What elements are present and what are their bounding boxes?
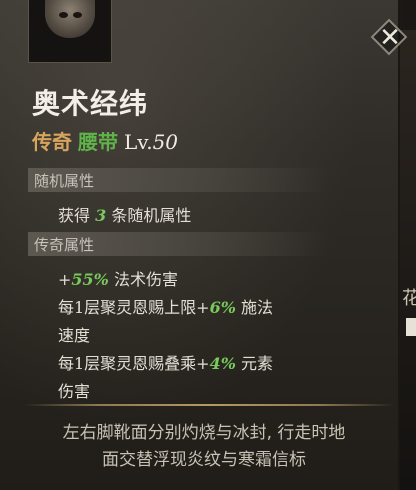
item-type: 腰带: [78, 130, 118, 154]
line-suffix: 元素: [235, 354, 274, 373]
line-suffix: 法术伤害: [108, 270, 178, 289]
skull-eye: [73, 12, 82, 18]
skull-eye: [59, 12, 68, 18]
item-level: 50: [152, 130, 179, 154]
legendary-attribute-line: 速度: [58, 322, 90, 346]
line-prefix: 获得: [58, 206, 96, 225]
close-button[interactable]: ✕: [370, 18, 408, 56]
flavor-line: 面交替浮现炎纹与寒霜信标: [102, 450, 306, 470]
line-prefix: 每1层聚灵恩赐上限+: [58, 298, 210, 317]
close-icon: ✕: [379, 23, 401, 53]
line-value: 6%: [209, 298, 236, 317]
random-attributes-header: 随机属性: [34, 172, 95, 190]
item-tooltip: ✕ 奥术经纬 传奇 腰带 Lv.50 随机属性 获得 3 条随机属性 传奇属性 +5…: [0, 0, 408, 490]
flavor-divider: [24, 404, 394, 406]
background-side-text: 花: [402, 288, 416, 309]
line-prefix: 速度: [58, 326, 91, 345]
flavor-text: 左右脚靴面分别灼烧与冰封, 行走时地 面交替浮现炎纹与寒霜信标: [16, 420, 392, 474]
random-attributes-line: 获得 3 条随机属性: [58, 202, 191, 226]
item-rarity: 传奇: [32, 130, 72, 154]
line-suffix: 条随机属性: [106, 206, 192, 225]
line-prefix: 每1层聚灵恩赐叠乘+: [58, 354, 210, 373]
item-subline: 传奇 腰带 Lv.50: [32, 126, 178, 155]
item-level-prefix: Lv.: [124, 130, 153, 154]
background-right-edge: [398, 30, 416, 490]
item-name: 奥术经纬: [32, 87, 149, 120]
flavor-line: 左右脚靴面分别灼烧与冰封, 行走时地: [62, 423, 346, 443]
line-value: 55%: [71, 270, 109, 289]
skull-icon: [45, 0, 95, 38]
legendary-attribute-line: 每1层聚灵恩赐叠乘+4% 元素: [58, 350, 273, 374]
item-portrait: [28, 0, 112, 63]
line-value: 3: [95, 206, 107, 225]
line-suffix: 施法: [235, 298, 274, 317]
legendary-attribute-line: 伤害: [58, 378, 90, 402]
line-prefix: +: [58, 270, 72, 289]
legendary-attribute-line: +55% 法术伤害: [58, 266, 178, 290]
legendary-attribute-line: 每1层聚灵恩赐上限+6% 施法: [58, 294, 273, 318]
background-panel: [406, 318, 416, 336]
line-value: 4%: [209, 354, 236, 373]
line-prefix: 伤害: [58, 382, 91, 401]
legendary-attributes-header: 传奇属性: [34, 236, 95, 254]
